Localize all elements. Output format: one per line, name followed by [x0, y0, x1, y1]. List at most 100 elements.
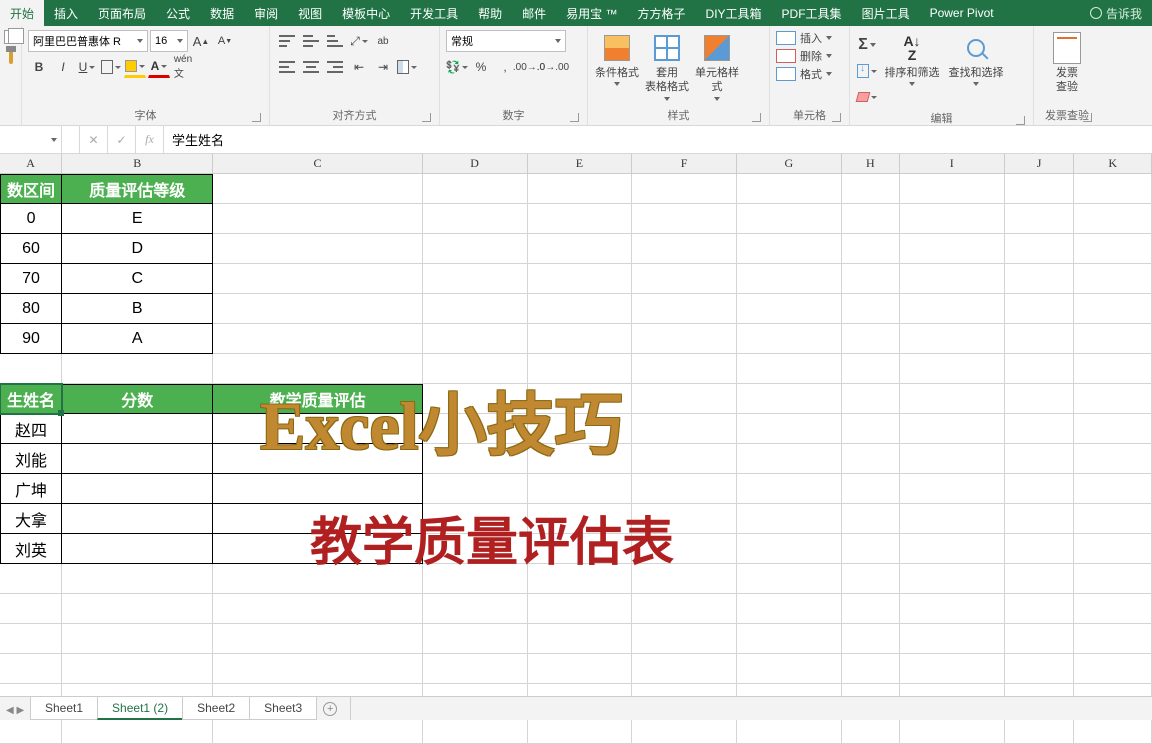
cell[interactable] [900, 384, 1005, 414]
cell[interactable] [1074, 384, 1152, 414]
cell[interactable] [1074, 444, 1152, 474]
tab-ffgz[interactable]: 方方格子 [628, 0, 696, 26]
cell[interactable] [213, 654, 422, 684]
cell[interactable] [900, 534, 1005, 564]
cell[interactable] [1005, 234, 1075, 264]
cell[interactable] [737, 654, 842, 684]
cell[interactable] [213, 354, 422, 384]
cell[interactable] [1074, 264, 1152, 294]
cell[interactable] [528, 384, 633, 414]
cell[interactable] [62, 474, 213, 504]
decrease-font-icon[interactable]: A▼ [214, 30, 236, 52]
increase-font-icon[interactable]: A▲ [190, 30, 212, 52]
cell[interactable] [62, 354, 213, 384]
cell[interactable] [1005, 444, 1075, 474]
cell[interactable] [842, 294, 900, 324]
cell[interactable]: B [62, 294, 213, 324]
cell[interactable] [842, 564, 900, 594]
cell[interactable] [737, 504, 842, 534]
cell[interactable] [737, 174, 842, 204]
delete-cells-button[interactable]: 删除 [776, 48, 832, 64]
cell[interactable] [1005, 264, 1075, 294]
insert-cells-button[interactable]: 插入 [776, 30, 832, 46]
cell[interactable] [0, 594, 62, 624]
cell[interactable] [1074, 204, 1152, 234]
cell[interactable] [528, 354, 633, 384]
cell[interactable] [842, 474, 900, 504]
cell[interactable] [423, 414, 528, 444]
cell[interactable] [423, 234, 528, 264]
cell[interactable] [213, 204, 422, 234]
cell[interactable] [632, 294, 737, 324]
tab-home[interactable]: 开始 [0, 0, 44, 26]
tab-mail[interactable]: 邮件 [512, 0, 556, 26]
font-name-select[interactable]: 阿里巴巴普惠体 R [28, 30, 148, 52]
cell[interactable] [528, 474, 633, 504]
cell[interactable] [528, 534, 633, 564]
cell[interactable] [213, 624, 422, 654]
cell[interactable]: D [62, 234, 213, 264]
italic-button[interactable]: I [52, 56, 74, 78]
cell[interactable] [423, 624, 528, 654]
percent-button[interactable]: % [470, 56, 492, 78]
cell[interactable] [632, 594, 737, 624]
add-sheet-button[interactable]: + [316, 697, 344, 720]
cell[interactable] [1074, 474, 1152, 504]
cell[interactable] [528, 204, 633, 234]
cell[interactable] [842, 174, 900, 204]
tab-view[interactable]: 视图 [288, 0, 332, 26]
cell[interactable] [842, 534, 900, 564]
cell[interactable] [632, 414, 737, 444]
cell[interactable] [1074, 234, 1152, 264]
cell[interactable] [1005, 354, 1075, 384]
col-header-F[interactable]: F [632, 154, 737, 173]
merge-cells-button[interactable] [396, 56, 418, 78]
number-format-select[interactable]: 常规 [446, 30, 566, 52]
cell[interactable] [0, 354, 62, 384]
tab-insert[interactable]: 插入 [44, 0, 88, 26]
fx-button[interactable]: fx [136, 126, 164, 153]
increase-indent-icon[interactable]: ⇥ [372, 56, 394, 78]
cell[interactable]: 广坤 [0, 474, 62, 504]
sheet-tab-1[interactable]: Sheet1 (2) [97, 697, 183, 720]
cell[interactable] [900, 264, 1005, 294]
cell[interactable]: 刘英 [0, 534, 62, 564]
col-header-A[interactable]: A [0, 154, 62, 173]
cell[interactable] [1074, 534, 1152, 564]
cell[interactable] [528, 324, 633, 354]
cell[interactable] [842, 594, 900, 624]
cell[interactable] [737, 354, 842, 384]
cell[interactable] [62, 594, 213, 624]
cell[interactable] [737, 294, 842, 324]
col-header-G[interactable]: G [737, 154, 842, 173]
tab-eyongbao[interactable]: 易用宝 ™ [556, 0, 627, 26]
cell[interactable] [632, 324, 737, 354]
cell[interactable] [62, 414, 213, 444]
cell[interactable] [900, 294, 1005, 324]
align-right-icon[interactable] [324, 56, 346, 78]
cell[interactable] [528, 174, 633, 204]
col-header-K[interactable]: K [1074, 154, 1152, 173]
cell[interactable] [213, 324, 422, 354]
cell[interactable] [1074, 324, 1152, 354]
underline-button[interactable]: U [76, 56, 98, 78]
cell[interactable] [632, 264, 737, 294]
cell[interactable] [632, 354, 737, 384]
cell[interactable]: 质量评估等级 [62, 174, 213, 204]
tab-page-layout[interactable]: 页面布局 [88, 0, 156, 26]
cell[interactable] [737, 624, 842, 654]
cell[interactable] [0, 654, 62, 684]
align-bottom-icon[interactable] [324, 30, 346, 52]
col-header-I[interactable]: I [900, 154, 1005, 173]
cell[interactable] [1005, 174, 1075, 204]
tab-help[interactable]: 帮助 [468, 0, 512, 26]
align-middle-icon[interactable] [300, 30, 322, 52]
cell[interactable] [1005, 654, 1075, 684]
cell[interactable] [528, 564, 633, 594]
copy-icon[interactable] [4, 30, 18, 44]
cell[interactable] [1074, 624, 1152, 654]
invoice-verify-button[interactable]: 发票 查验 [1044, 30, 1090, 95]
cell[interactable] [528, 594, 633, 624]
cell[interactable] [737, 384, 842, 414]
col-header-E[interactable]: E [528, 154, 633, 173]
